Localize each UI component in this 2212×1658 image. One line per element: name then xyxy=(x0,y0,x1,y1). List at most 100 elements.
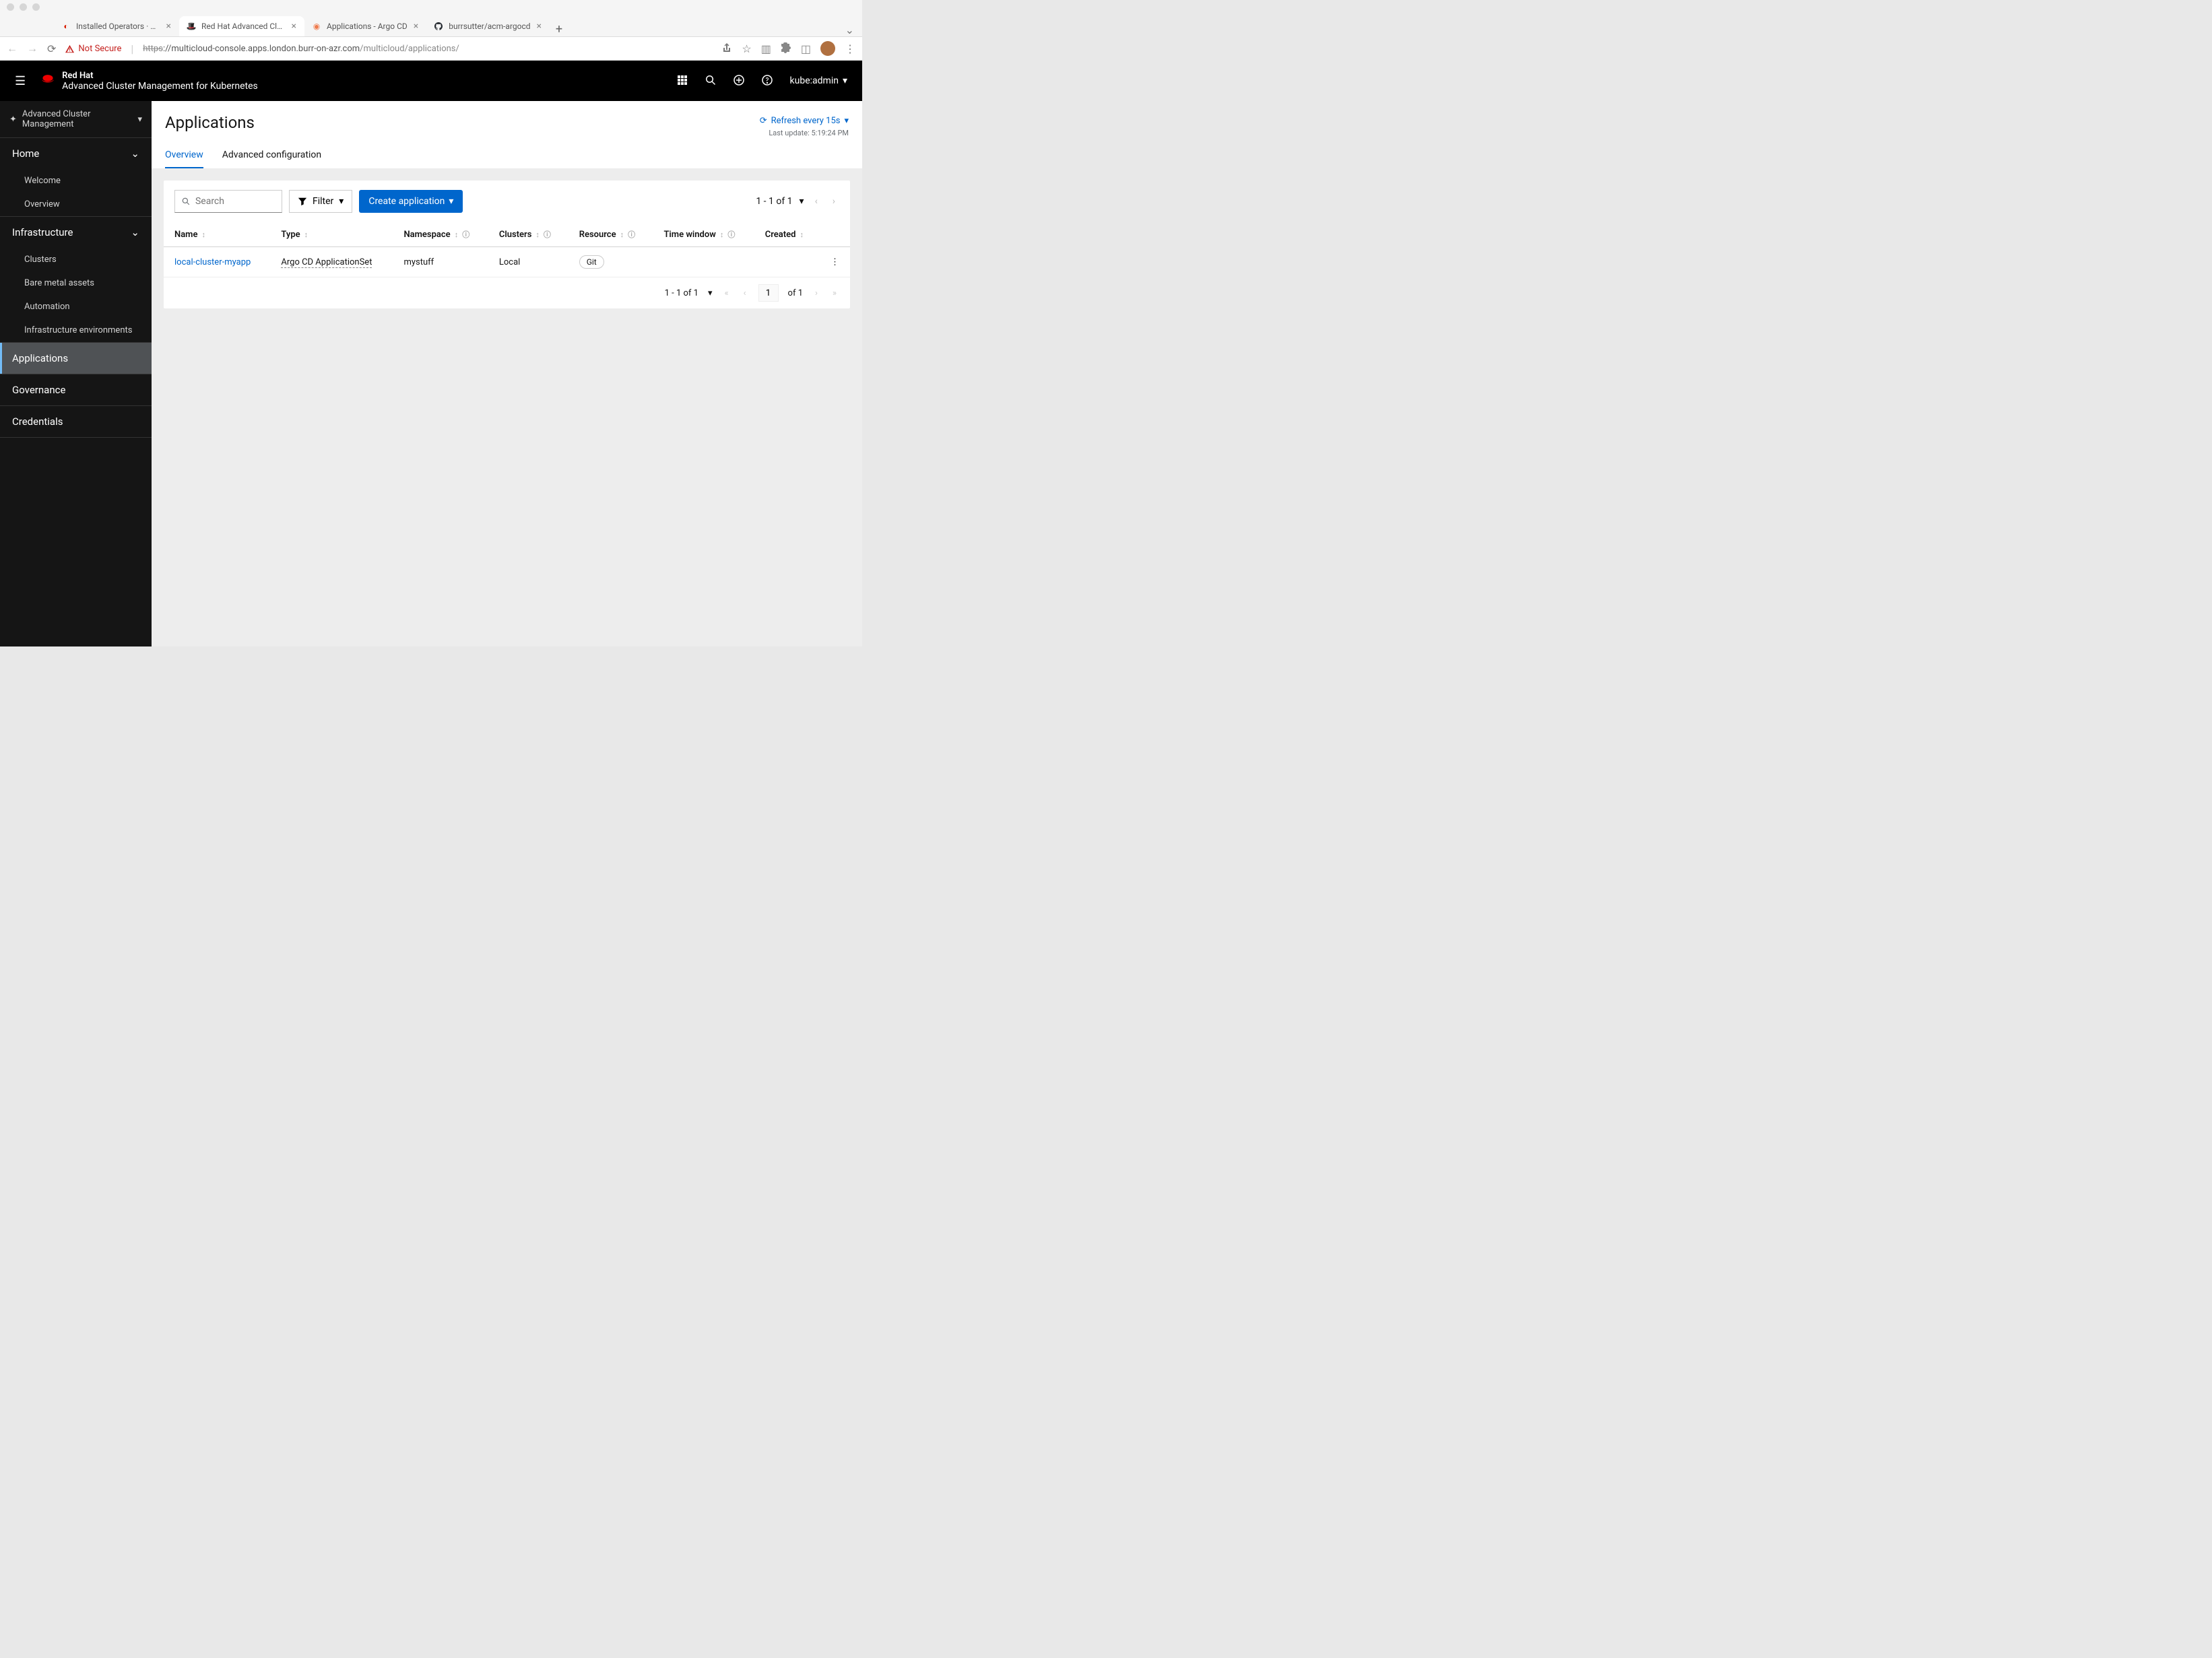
caret-down-icon[interactable]: ▾ xyxy=(800,196,804,207)
tab-close-icon[interactable]: × xyxy=(535,21,543,32)
create-application-button[interactable]: Create application ▾ xyxy=(359,190,463,213)
help-icon[interactable]: ⓘ xyxy=(544,230,551,239)
browser-tab[interactable]: ◐ Installed Operators · Red Hat O × xyxy=(54,16,179,36)
refresh-label: Refresh every 15s xyxy=(771,116,841,126)
page-range: 1 - 1 of 1 xyxy=(756,196,792,207)
help-icon[interactable] xyxy=(762,75,773,88)
nav-item-bare-metal[interactable]: Bare metal assets xyxy=(0,271,152,295)
col-type[interactable]: Type↕ xyxy=(270,222,393,247)
table-footer: 1 - 1 of 1 ▾ « ‹ of 1 › » xyxy=(164,277,850,308)
col-clusters[interactable]: Clusters↕ⓘ xyxy=(488,222,568,247)
traffic-zoom[interactable] xyxy=(32,3,40,11)
new-tab-button[interactable]: + xyxy=(550,22,568,36)
profile-avatar[interactable] xyxy=(820,41,835,56)
nav-item-overview[interactable]: Overview xyxy=(0,193,152,216)
pager-prev-icon[interactable]: ‹ xyxy=(741,288,749,298)
pager-next-icon[interactable]: › xyxy=(812,288,820,298)
help-icon[interactable]: ⓘ xyxy=(727,230,735,239)
tab-list-chevron-icon[interactable]: ⌄ xyxy=(837,24,862,36)
sidebar: ✦ Advanced Cluster Management ▾ Home ⌄ W… xyxy=(0,101,152,646)
nav-item-automation[interactable]: Automation xyxy=(0,295,152,319)
reload-icon[interactable]: ⟳ xyxy=(47,42,56,55)
tab-close-icon[interactable]: × xyxy=(165,21,172,32)
filter-button[interactable]: Filter ▾ xyxy=(289,190,352,213)
user-menu-label: kube:admin xyxy=(790,75,839,86)
chevron-down-icon: ⌄ xyxy=(131,226,139,238)
pager-next-icon[interactable]: › xyxy=(828,196,839,207)
app-launcher-icon[interactable] xyxy=(677,75,688,88)
browser-chrome: ◐ Installed Operators · Red Hat O × 🎩 Re… xyxy=(0,0,862,61)
filter-icon xyxy=(298,197,307,206)
col-namespace[interactable]: Namespace↕ⓘ xyxy=(393,222,488,247)
pager-last-icon[interactable]: » xyxy=(830,288,839,298)
page-number-input[interactable] xyxy=(758,284,779,302)
favicon-icon: ◐ xyxy=(61,21,71,32)
search-icon[interactable] xyxy=(705,75,716,88)
pager-first-icon[interactable]: « xyxy=(722,288,731,298)
table-header-row: Name↕ Type↕ Namespace↕ⓘ Clusters↕ⓘ Resou… xyxy=(164,222,850,247)
traffic-minimize[interactable] xyxy=(20,3,27,11)
tab-close-icon[interactable]: × xyxy=(412,21,420,32)
nav-item-clusters[interactable]: Clusters xyxy=(0,248,152,271)
pager-prev-icon[interactable]: ‹ xyxy=(811,196,822,207)
tab-overview[interactable]: Overview xyxy=(165,150,203,168)
page-tabs: Overview Advanced configuration xyxy=(165,150,849,168)
url-bar[interactable]: https://multicloud-console.apps.london.b… xyxy=(143,44,712,54)
search-box[interactable] xyxy=(174,190,282,213)
nav-item-infra-env[interactable]: Infrastructure environments xyxy=(0,319,152,342)
add-icon[interactable] xyxy=(734,75,744,88)
col-time-window[interactable]: Time window↕ⓘ xyxy=(653,222,754,247)
window-controls xyxy=(0,0,862,13)
page-of-total: of 1 xyxy=(788,288,803,298)
back-icon[interactable]: ← xyxy=(7,42,18,55)
browser-tab[interactable]: 🎩 Red Hat Advanced Cluster Man × xyxy=(179,16,304,36)
sort-icon: ↕ xyxy=(455,230,459,239)
panel-icon[interactable]: ◫ xyxy=(801,42,811,55)
extensions-puzzle-icon[interactable] xyxy=(781,42,791,55)
help-icon[interactable]: ⓘ xyxy=(628,230,635,239)
col-resource[interactable]: Resource↕ⓘ xyxy=(568,222,653,247)
url-host: ://multicloud-console.apps.london.burr-o… xyxy=(163,44,360,54)
nav-section-home[interactable]: Home ⌄ xyxy=(0,138,152,169)
filter-label: Filter xyxy=(313,196,333,207)
security-label: Not Secure xyxy=(78,44,121,54)
app-name-link[interactable]: local-cluster-myapp xyxy=(174,257,251,267)
col-name[interactable]: Name↕ xyxy=(164,222,270,247)
forward-icon[interactable]: → xyxy=(27,42,38,55)
security-indicator[interactable]: Not Secure xyxy=(65,44,121,54)
brand: Red Hat Advanced Cluster Management for … xyxy=(40,71,258,92)
share-icon[interactable] xyxy=(721,42,732,55)
url-path: /multicloud/applications/ xyxy=(360,44,459,54)
search-icon xyxy=(182,197,190,206)
perspective-switcher[interactable]: ✦ Advanced Cluster Management ▾ xyxy=(0,101,152,138)
extension-icon[interactable]: ▥ xyxy=(761,42,771,55)
user-menu[interactable]: kube:admin ▾ xyxy=(790,75,847,86)
help-icon[interactable]: ⓘ xyxy=(462,230,469,239)
create-label: Create application xyxy=(368,196,445,207)
nav-section-infrastructure[interactable]: Infrastructure ⌄ xyxy=(0,217,152,248)
caret-down-icon[interactable]: ▾ xyxy=(708,288,713,298)
tab-advanced-config[interactable]: Advanced configuration xyxy=(222,150,321,168)
browser-tab[interactable]: ◉ Applications - Argo CD × xyxy=(304,16,426,36)
row-actions-kebab-icon[interactable]: ⋮ xyxy=(820,247,850,277)
app-time-window xyxy=(653,247,754,277)
applications-card: Filter ▾ Create application ▾ 1 - 1 of 1… xyxy=(164,180,850,308)
main-content: Applications ⟳ Refresh every 15s ▾ Last … xyxy=(152,101,862,646)
nav-item-welcome[interactable]: Welcome xyxy=(0,169,152,193)
app-masthead: ☰ Red Hat Advanced Cluster Management fo… xyxy=(0,61,862,101)
browser-tab[interactable]: burrsutter/acm-argocd × xyxy=(426,16,550,36)
hamburger-icon[interactable]: ☰ xyxy=(15,74,26,88)
nav-item-credentials[interactable]: Credentials xyxy=(0,406,152,437)
nav-item-governance[interactable]: Governance xyxy=(0,374,152,405)
refresh-dropdown[interactable]: ⟳ Refresh every 15s ▾ xyxy=(760,116,849,126)
resource-badge: Git xyxy=(579,255,604,269)
url-scheme: https xyxy=(143,44,163,54)
traffic-close[interactable] xyxy=(7,3,14,11)
tab-close-icon[interactable]: × xyxy=(290,21,298,32)
kebab-menu-icon[interactable]: ⋮ xyxy=(845,42,855,55)
app-type[interactable]: Argo CD ApplicationSet xyxy=(281,257,372,268)
search-input[interactable] xyxy=(195,196,275,207)
nav-item-applications[interactable]: Applications xyxy=(0,343,152,374)
col-created[interactable]: Created↕ xyxy=(754,222,820,247)
bookmark-icon[interactable]: ☆ xyxy=(742,42,751,55)
